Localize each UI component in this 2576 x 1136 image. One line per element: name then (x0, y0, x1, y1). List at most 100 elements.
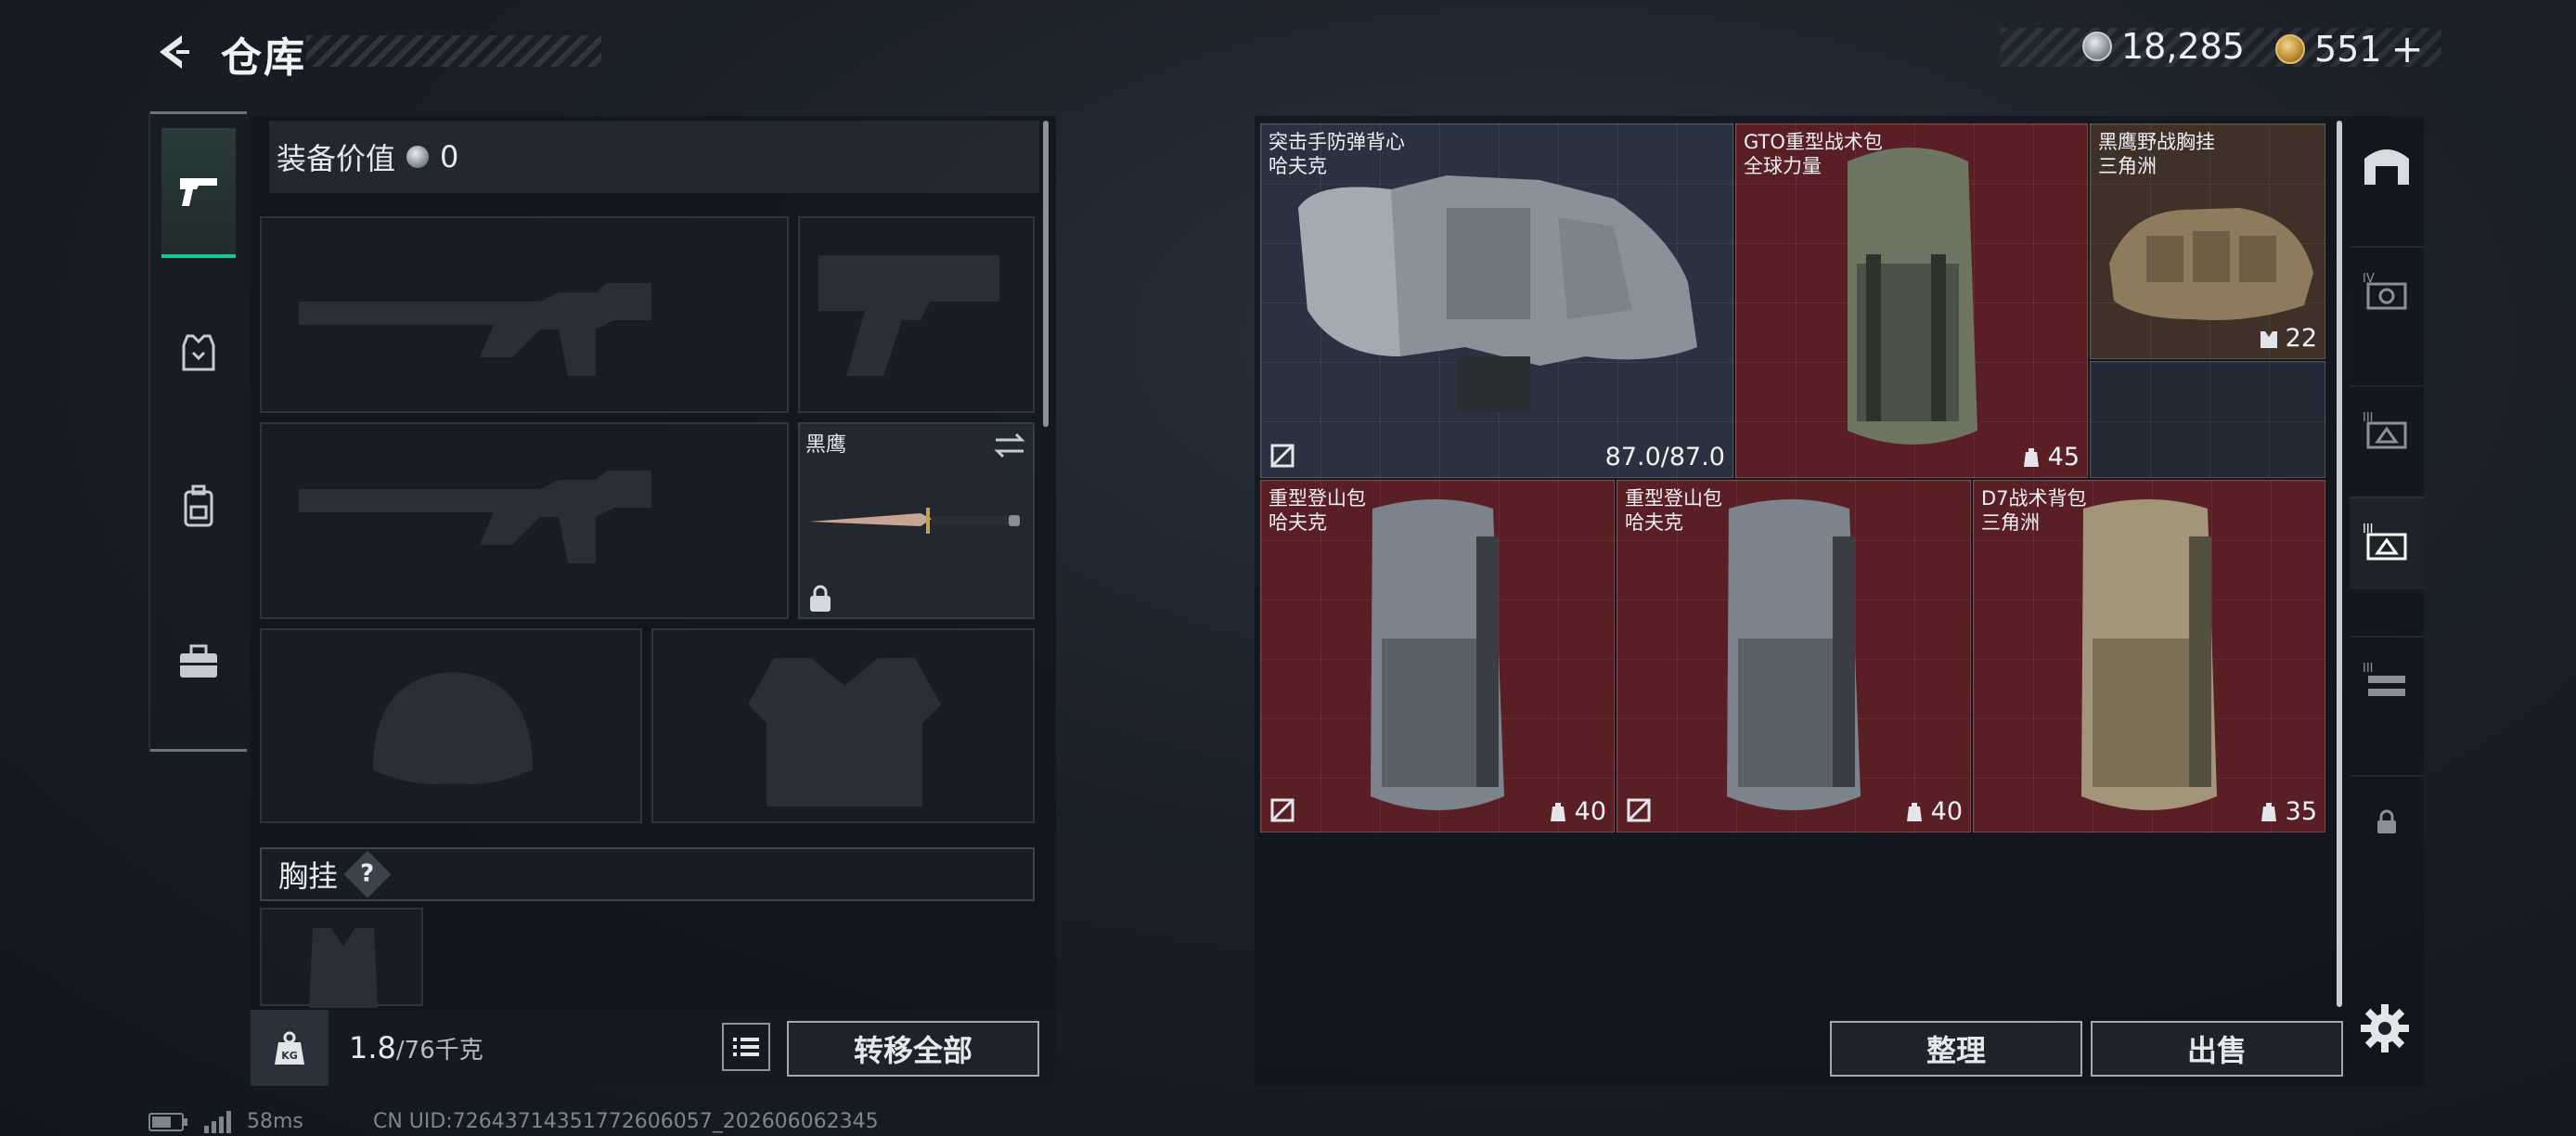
signal-icon (204, 1110, 231, 1133)
chest-rig-header: 胸挂 ? (260, 847, 1035, 901)
pistol-slot[interactable] (798, 216, 1035, 413)
item-capacity: 45 (2020, 443, 2080, 471)
tab-armor[interactable] (161, 288, 236, 418)
status-footer: 58ms (148, 1110, 303, 1133)
sell-button[interactable]: 出售 (2091, 1021, 2343, 1077)
storage-item-d7-backpack[interactable]: D7战术背包 三角洲 35 (1973, 480, 2325, 833)
helmet-silhouette-icon (373, 672, 533, 784)
item-capacity: 40 (1547, 797, 1606, 826)
storage-item-chest-rig[interactable]: 黑鹰野战胸挂 三角洲 22 (2090, 123, 2325, 359)
svg-text:KG: KG (281, 1050, 298, 1062)
tab-locked[interactable] (2350, 775, 2424, 868)
capacity-icon (2260, 802, 2276, 821)
battery-icon (148, 1112, 187, 1131)
add-currency-button[interactable]: + (2391, 26, 2424, 71)
weight-max: /76千克 (395, 1037, 483, 1065)
helmet-slot[interactable] (260, 628, 642, 823)
capacity-icon (2023, 447, 2039, 467)
no-insure-icon (1270, 798, 1294, 822)
weight-icon: KG (251, 1010, 328, 1086)
storage-shelf-icon: III (2363, 662, 2405, 696)
tab-case[interactable] (161, 598, 236, 728)
item-capacity: 22 (2258, 324, 2317, 353)
lock-icon (810, 585, 831, 612)
tab-all-storage[interactable] (2350, 116, 2424, 209)
item-capacity: 35 (2258, 797, 2317, 826)
equipment-value-bar: 装备价值 0 (269, 121, 1039, 193)
no-insure-icon (1270, 444, 1294, 468)
gold-amount: 551 (2314, 28, 2382, 70)
item-name: 重型登山包 哈夫克 (1269, 487, 1366, 534)
list-icon (733, 1038, 759, 1056)
tab-backpack[interactable] (161, 442, 236, 572)
tab-storage-iii-a[interactable]: III (2350, 385, 2424, 478)
title-decoration (306, 35, 601, 67)
item-name: 重型登山包 哈夫克 (1625, 487, 1722, 534)
knife-image (809, 508, 1020, 534)
melee-slot[interactable]: 黑鹰 (798, 422, 1035, 619)
storage-item-vest[interactable]: 突击手防弹背心 哈夫克 87.0/87.0 (1260, 123, 1733, 478)
tab-storage-iv[interactable]: IV (2350, 246, 2424, 339)
storage-item-backpack[interactable]: GTO重型战术包 全球力量 45 (1735, 123, 2088, 478)
silver-amount: 18,285 (2121, 26, 2245, 67)
item-name: 突击手防弹背心 哈夫克 (1269, 131, 1405, 177)
tab-storage-iii-b[interactable]: III (2350, 497, 2424, 589)
item-name: 黑鹰野战胸挂 三角洲 (2098, 131, 2215, 177)
chest-rig-label: 胸挂 (278, 858, 339, 894)
silver-currency: 18,285 (2082, 26, 2245, 67)
pistol-icon (180, 178, 217, 206)
sort-button[interactable]: 整理 (1830, 1021, 2082, 1077)
equipment-value: 0 (440, 139, 459, 174)
silver-coin-icon (406, 146, 430, 168)
weight-current: 1.8 (349, 1030, 396, 1065)
storage-scrollbar[interactable] (2337, 121, 2342, 1007)
user-id: CN UID:72643714351772606057_202606062345 (373, 1110, 879, 1133)
loadout-scrollbar[interactable] (1043, 121, 1049, 427)
chest-rig-slot[interactable] (260, 908, 423, 1008)
settings-gear-icon[interactable] (2357, 1000, 2413, 1056)
armor-slot[interactable] (651, 628, 1035, 823)
weight-readout: 1.8/76千克 (349, 1030, 483, 1065)
list-view-button[interactable] (722, 1023, 770, 1071)
chest-rig-silhouette-icon (309, 928, 378, 1008)
category-sidebar (148, 111, 247, 752)
tab-storage-iii-c[interactable]: III (2350, 636, 2424, 729)
empty-storage-cell[interactable] (2090, 361, 2325, 478)
rifle-silhouette-icon (299, 471, 651, 563)
backpack-icon (184, 484, 213, 527)
ping-value: 58ms (247, 1110, 303, 1133)
storage-box-icon: III (2363, 523, 2407, 561)
item-capacity: 40 (1903, 797, 1963, 826)
chest-capacity-icon (2260, 330, 2277, 348)
svg-text:III: III (2363, 662, 2374, 676)
pistol-silhouette-icon (818, 255, 999, 376)
briefcase-icon (180, 644, 217, 678)
help-icon[interactable]: ? (343, 850, 392, 898)
silver-coin-icon (2082, 32, 2112, 61)
no-insure-icon (1627, 798, 1651, 822)
rifle-silhouette-icon (299, 283, 651, 376)
tab-weapons[interactable] (161, 128, 236, 258)
vest-silhouette-icon (748, 658, 941, 807)
storage-tabs: IV III III III (2350, 116, 2424, 914)
gold-coin-icon (2275, 33, 2305, 64)
gold-currency[interactable]: 551 + (2275, 26, 2424, 71)
warehouse-icon (2364, 149, 2409, 185)
storage-box-icon: IV (2363, 272, 2407, 310)
primary-weapon-slot-1[interactable] (260, 216, 789, 413)
storage-item-mountain-pack-1[interactable]: 重型登山包 哈夫克 40 (1260, 480, 1615, 833)
item-name: D7战术背包 三角洲 (1981, 487, 2087, 534)
primary-weapon-slot-2[interactable] (260, 422, 789, 619)
storage-box-icon: III (2363, 411, 2407, 449)
transfer-all-button[interactable]: 转移全部 (787, 1021, 1039, 1077)
capacity-icon (1550, 802, 1565, 821)
capacity-icon (1906, 802, 1922, 821)
lock-icon (2377, 809, 2396, 833)
storage-item-mountain-pack-2[interactable]: 重型登山包 哈夫克 40 (1616, 480, 1971, 833)
page-title: 仓库 (221, 34, 306, 82)
item-durability: 87.0/87.0 (1604, 443, 1725, 471)
armor-icon (182, 334, 215, 371)
item-name: GTO重型战术包 全球力量 (1744, 131, 1883, 177)
back-button[interactable] (148, 26, 200, 78)
equipment-value-label: 装备价值 (277, 141, 396, 176)
